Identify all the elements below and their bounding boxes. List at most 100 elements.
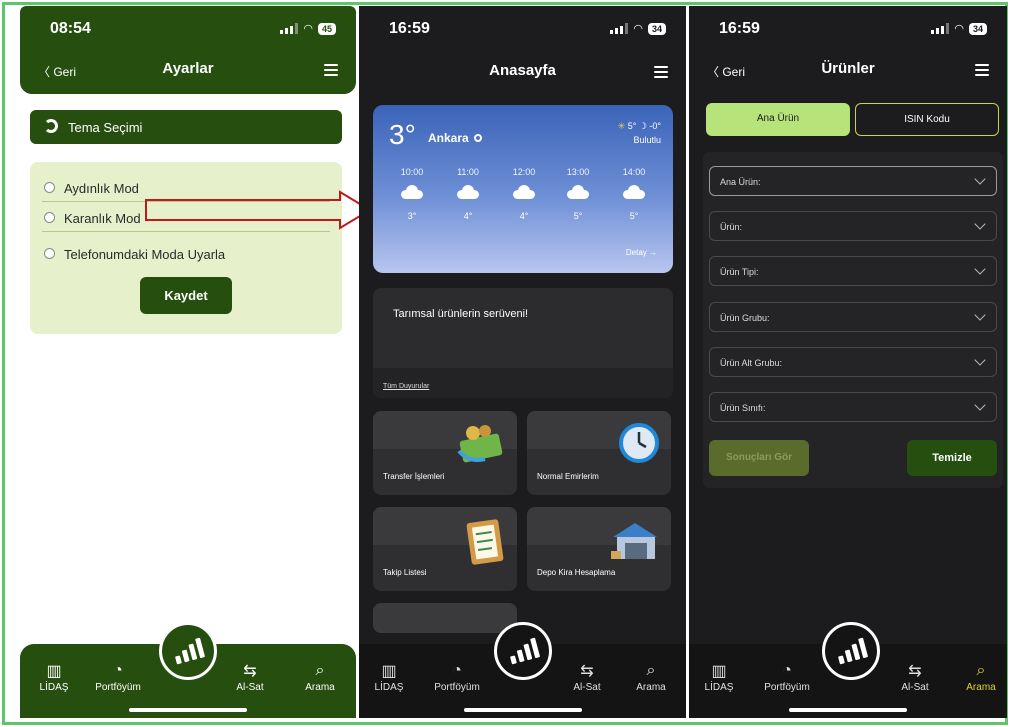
weather-summary: ✳ 5° ☽ -0° Bulutlu bbox=[618, 121, 661, 145]
tab-search[interactable]: ⌕ Arama bbox=[621, 660, 681, 693]
card-watchlist[interactable]: Takip Listesi bbox=[373, 507, 517, 591]
card-label: Takip Listesi bbox=[383, 568, 427, 577]
status-bar: 08:54 ◠ 45 bbox=[20, 16, 356, 40]
signal-icon bbox=[931, 23, 950, 34]
theme-selection-header: Tema Seçimi bbox=[30, 110, 342, 144]
segment-main-product[interactable]: Ana Ürün bbox=[706, 103, 850, 136]
all-announcements-link[interactable]: Tüm Duyurular bbox=[383, 383, 429, 390]
stopwatch-icon bbox=[619, 423, 659, 463]
tab-buy-sell[interactable]: ⇆ Al-Sat bbox=[557, 660, 617, 693]
hourly-forecast: 12:00 4° bbox=[512, 167, 536, 221]
cloud-icon bbox=[567, 185, 589, 199]
tab-portfolio[interactable]: ◔ Portföyüm bbox=[757, 660, 817, 693]
save-button[interactable]: Kaydet bbox=[140, 277, 232, 314]
cloud-icon bbox=[457, 185, 479, 199]
clear-button[interactable]: Temizle bbox=[907, 440, 997, 476]
tab-lidas[interactable]: ▥ LİDAŞ bbox=[24, 660, 84, 693]
select-product[interactable]: Ürün: bbox=[709, 211, 997, 241]
home-screen: 16:59 ◠ 34 Anasayfa 3° Ankara ✳ 5° ☽ -0°… bbox=[359, 6, 686, 718]
wifi-icon: ◠ bbox=[954, 23, 964, 35]
select-product-class[interactable]: Ürün Sınıfı: bbox=[709, 392, 997, 422]
cloud-icon bbox=[513, 185, 535, 199]
radio-button[interactable] bbox=[44, 248, 55, 259]
center-logo-button[interactable] bbox=[822, 622, 880, 680]
products-screen: 16:59 ◠ 34 〈 Geri Ürünler Ana Ürün ISIN … bbox=[689, 6, 1007, 718]
hourly-forecast: 10:00 3° bbox=[400, 167, 424, 221]
wifi-icon: ◠ bbox=[633, 23, 643, 35]
page-title: Ürünler bbox=[821, 60, 875, 77]
status-time: 08:54 bbox=[50, 20, 91, 37]
center-logo-button[interactable] bbox=[159, 622, 217, 680]
swap-arrows-icon: ⇆ bbox=[580, 663, 594, 680]
annotation-arrow bbox=[145, 190, 372, 230]
card-orders[interactable]: Normal Emirlerim bbox=[527, 411, 671, 495]
chart-bars-icon: ▥ bbox=[711, 663, 727, 680]
hourly-forecast: 11:00 4° bbox=[457, 167, 479, 221]
show-results-button[interactable]: Sonuçları Gör bbox=[709, 440, 809, 476]
filter-panel: Ana Ürün: Ürün: Ürün Tipi: Ürün Grubu: Ü… bbox=[703, 152, 1003, 488]
location-pin-icon bbox=[473, 134, 482, 142]
segment-isin-code[interactable]: ISIN Kodu bbox=[855, 103, 999, 136]
card-partial[interactable] bbox=[373, 603, 517, 633]
battery-icon: 45 bbox=[317, 22, 336, 35]
card-transfer[interactable]: Transfer İşlemleri bbox=[373, 411, 517, 495]
select-main-product[interactable]: Ana Ürün: bbox=[709, 166, 997, 196]
select-product-group[interactable]: Ürün Grubu: bbox=[709, 302, 997, 332]
wifi-icon: ◠ bbox=[303, 23, 313, 35]
battery-icon: 34 bbox=[968, 22, 987, 35]
tab-search[interactable]: ⌕ Arama bbox=[290, 660, 350, 693]
card-label: Normal Emirlerim bbox=[537, 472, 599, 481]
pie-chart-icon: ◔ bbox=[452, 662, 462, 679]
sun-icon: ✳ bbox=[617, 121, 626, 131]
select-product-type[interactable]: Ürün Tipi: bbox=[709, 256, 997, 286]
tab-portfolio[interactable]: ◔ Portföyüm bbox=[427, 660, 487, 693]
high-low: 5° ☽ -0° bbox=[627, 121, 661, 131]
signal-icon bbox=[280, 23, 299, 34]
cloud-icon bbox=[401, 185, 423, 199]
announcement-card[interactable]: Tarımsal ürünlerin serüveni! Tüm Duyurul… bbox=[373, 288, 673, 398]
tab-lidas[interactable]: ▥ LİDAŞ bbox=[359, 660, 419, 693]
home-indicator bbox=[463, 708, 582, 712]
tab-search[interactable]: ⌕ Arama bbox=[951, 660, 1007, 693]
money-transfer-icon bbox=[457, 425, 503, 463]
pie-chart-icon: ◔ bbox=[113, 662, 123, 679]
theme-sun-icon bbox=[44, 119, 58, 133]
select-product-subgroup[interactable]: Ürün Alt Grubu: bbox=[709, 347, 997, 377]
settings-header: 08:54 ◠ 45 〈 Geri Ayarlar bbox=[20, 6, 356, 94]
chevron-down-icon bbox=[974, 399, 986, 411]
tab-lidas[interactable]: ▥ LİDAŞ bbox=[689, 660, 749, 693]
tab-buy-sell[interactable]: ⇆ Al-Sat bbox=[885, 660, 945, 693]
radio-button[interactable] bbox=[44, 182, 55, 193]
chevron-down-icon bbox=[974, 263, 986, 275]
wheat-logo-icon bbox=[506, 637, 540, 665]
hamburger-menu-icon[interactable] bbox=[654, 66, 668, 78]
hamburger-menu-icon[interactable] bbox=[975, 64, 989, 76]
wheat-logo-icon bbox=[171, 637, 205, 665]
weather-condition: Bulutlu bbox=[633, 135, 661, 145]
page-title: Anasayfa bbox=[489, 62, 556, 79]
mode-option-system[interactable]: Telefonumdaki Moda Uyarla bbox=[42, 240, 330, 268]
tab-bar: ▥ LİDAŞ ◔ Portföyüm ⇆ Al-Sat ⌕ Arama bbox=[20, 622, 356, 718]
swap-arrows-icon: ⇆ bbox=[243, 663, 257, 680]
settings-screen: 08:54 ◠ 45 〈 Geri Ayarlar Tema Seçimi Ay… bbox=[20, 6, 356, 718]
mode-label: Aydınlık Mod bbox=[64, 181, 139, 196]
warehouse-icon bbox=[611, 523, 657, 559]
hourly-forecast: 14:00 5° bbox=[622, 167, 646, 221]
weather-card[interactable]: 3° Ankara ✳ 5° ☽ -0° Bulutlu 10:00 3° 11:… bbox=[373, 105, 673, 273]
cloud-icon bbox=[623, 185, 645, 199]
page-title: Ayarlar bbox=[162, 60, 214, 77]
clipboard-checklist-icon bbox=[466, 519, 504, 565]
home-indicator bbox=[129, 708, 247, 712]
status-bar: 16:59 ◠ 34 bbox=[359, 16, 686, 40]
search-icon: ⌕ bbox=[646, 662, 656, 679]
tab-portfolio[interactable]: ◔ Portföyüm bbox=[88, 660, 148, 693]
hamburger-menu-icon[interactable] bbox=[324, 64, 338, 76]
center-logo-button[interactable] bbox=[494, 622, 552, 680]
tab-bar: ▥ LİDAŞ ◔ Portföyüm ⇆ Al-Sat ⌕ Arama bbox=[359, 622, 686, 718]
card-label: Transfer İşlemleri bbox=[383, 472, 445, 481]
radio-button[interactable] bbox=[44, 212, 55, 223]
tab-buy-sell[interactable]: ⇆ Al-Sat bbox=[220, 660, 280, 693]
card-label: Depo Kira Hesaplama bbox=[537, 568, 616, 577]
weather-detail-link[interactable]: Detay → bbox=[626, 248, 657, 257]
card-warehouse[interactable]: Depo Kira Hesaplama bbox=[527, 507, 671, 591]
